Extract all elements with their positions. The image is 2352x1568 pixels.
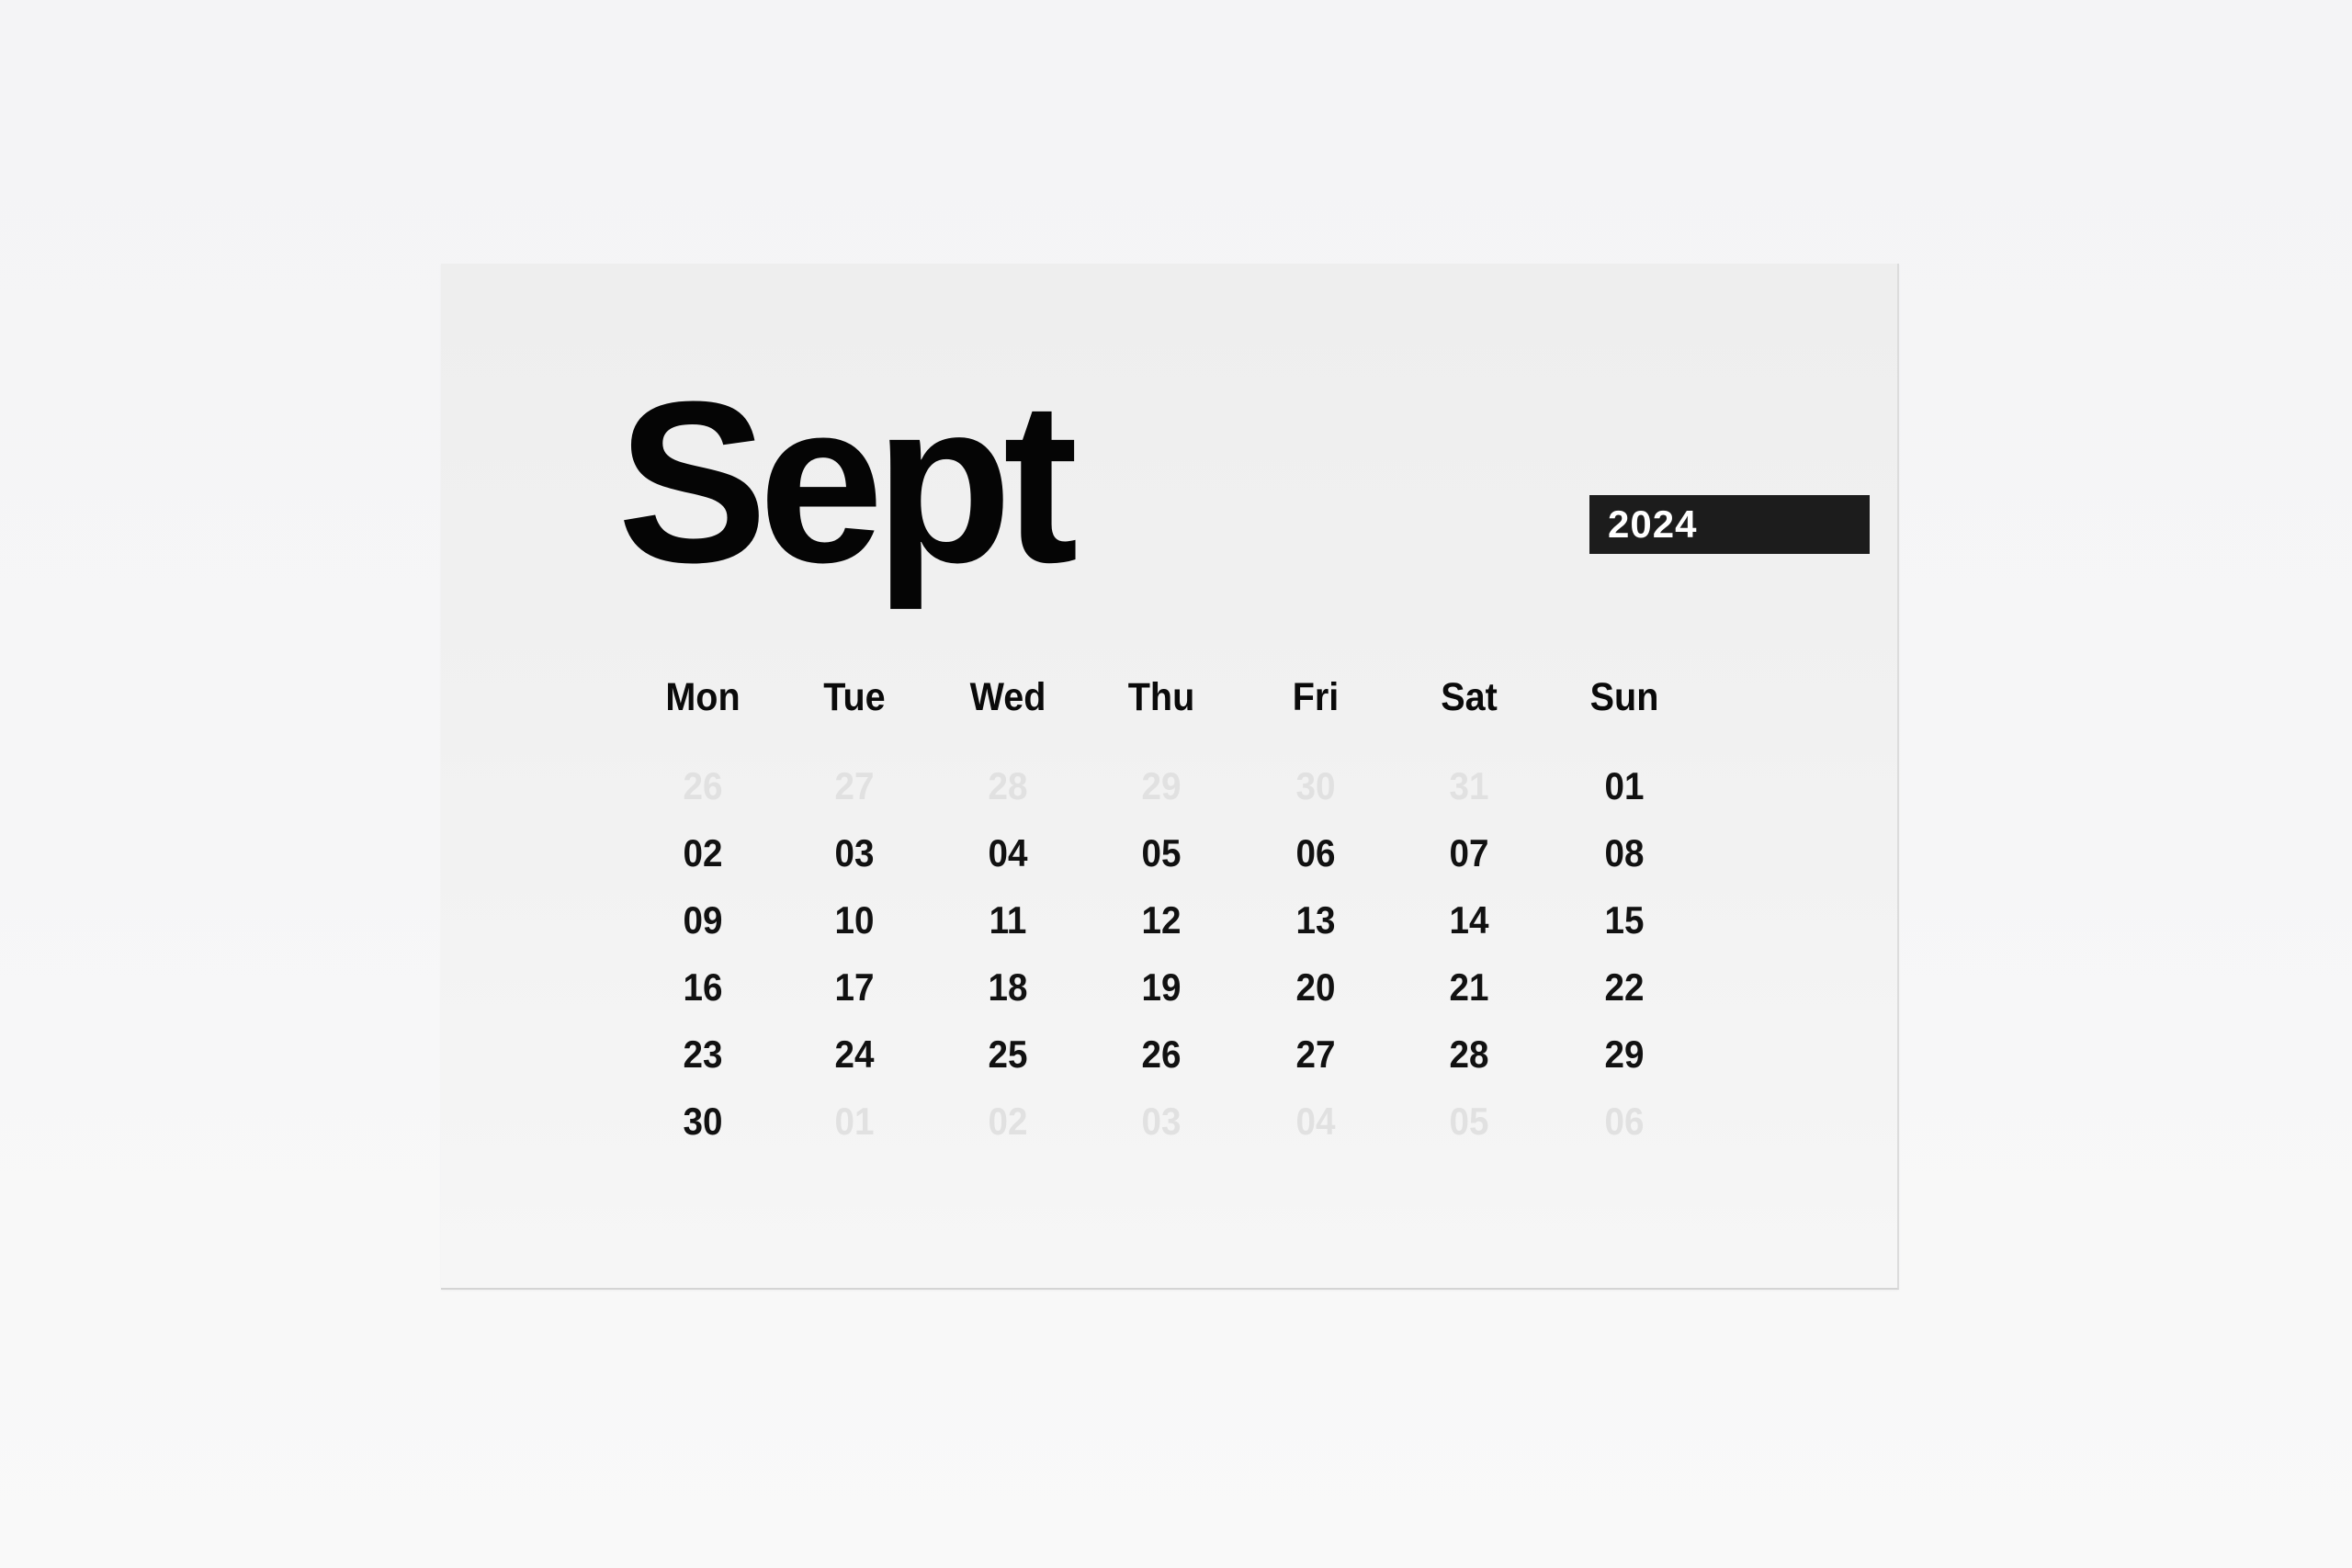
date-cell-outside-month: 06 bbox=[1604, 1100, 1645, 1143]
date-cell: 13 bbox=[1295, 898, 1336, 942]
date-cell: 05 bbox=[1141, 831, 1182, 874]
date-cell-outside-month: 31 bbox=[1449, 764, 1489, 807]
date-cell: 02 bbox=[683, 831, 723, 874]
weekday-header-thu: Thu bbox=[1127, 675, 1195, 719]
date-cell-outside-month: 04 bbox=[1295, 1100, 1336, 1143]
date-cell: 26 bbox=[1141, 1032, 1182, 1076]
weekday-header-sat: Sat bbox=[1441, 675, 1498, 719]
date-cell: 06 bbox=[1295, 831, 1336, 874]
date-cell: 12 bbox=[1141, 898, 1182, 942]
date-cell: 10 bbox=[834, 898, 875, 942]
weekday-header-wed: Wed bbox=[969, 675, 1046, 719]
date-cell: 30 bbox=[683, 1100, 723, 1143]
date-cell: 11 bbox=[989, 898, 1027, 942]
year-badge: 2024 bbox=[1589, 495, 1870, 554]
date-cell: 04 bbox=[988, 831, 1028, 874]
date-cell: 20 bbox=[1295, 965, 1336, 1009]
date-cell: 08 bbox=[1604, 831, 1645, 874]
date-cell-outside-month: 02 bbox=[988, 1100, 1028, 1143]
date-cell: 24 bbox=[834, 1032, 875, 1076]
date-cell: 15 bbox=[1604, 898, 1645, 942]
date-cell: 22 bbox=[1604, 965, 1645, 1009]
date-cell-outside-month: 29 bbox=[1141, 764, 1182, 807]
weekday-header-fri: Fri bbox=[1292, 675, 1340, 719]
date-cell: 27 bbox=[1295, 1032, 1336, 1076]
year-label: 2024 bbox=[1608, 502, 1698, 546]
date-cell: 23 bbox=[683, 1032, 723, 1076]
date-cell: 14 bbox=[1449, 898, 1489, 942]
date-cell: 01 bbox=[1604, 764, 1645, 807]
weekday-header-mon: Mon bbox=[665, 675, 741, 719]
date-cell-outside-month: 03 bbox=[1141, 1100, 1182, 1143]
date-cell-outside-month: 26 bbox=[683, 764, 723, 807]
date-cell-outside-month: 01 bbox=[834, 1100, 875, 1143]
date-cell: 09 bbox=[683, 898, 723, 942]
date-cell: 19 bbox=[1141, 965, 1182, 1009]
date-cell: 28 bbox=[1449, 1032, 1489, 1076]
date-cell: 03 bbox=[834, 831, 875, 874]
date-cell: 29 bbox=[1604, 1032, 1645, 1076]
date-cell: 21 bbox=[1449, 965, 1489, 1009]
date-cell-outside-month: 05 bbox=[1449, 1100, 1489, 1143]
date-cell: 07 bbox=[1449, 831, 1489, 874]
date-cell-outside-month: 30 bbox=[1295, 764, 1336, 807]
weekday-header-tue: Tue bbox=[823, 675, 886, 719]
date-cell: 17 bbox=[834, 965, 875, 1009]
date-cell: 25 bbox=[988, 1032, 1028, 1076]
month-title: Sept bbox=[617, 354, 1079, 610]
date-cell: 18 bbox=[988, 965, 1028, 1009]
weekday-header-sun: Sun bbox=[1589, 675, 1659, 719]
date-cell-outside-month: 27 bbox=[834, 764, 875, 807]
date-cell-outside-month: 28 bbox=[988, 764, 1028, 807]
date-cell: 16 bbox=[683, 965, 723, 1009]
